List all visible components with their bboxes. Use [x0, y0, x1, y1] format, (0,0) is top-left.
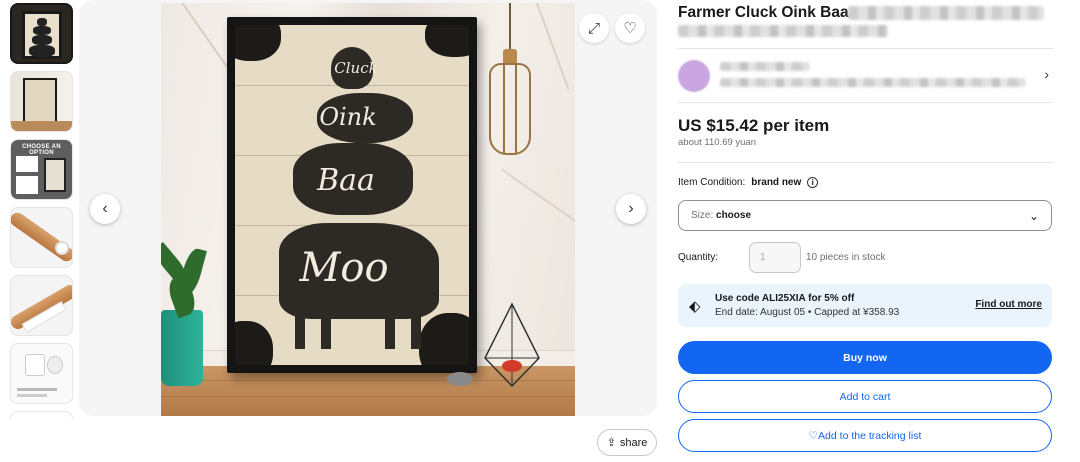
info-icon[interactable]: i [807, 177, 819, 188]
main-product-image[interactable]: Cluck Oink Baa Moo ‹ › ⤢ ♡ [79, 0, 657, 416]
size-value: choose [716, 210, 752, 221]
thumbnail-choose-option[interactable]: CHOOSE AN OPTION [10, 139, 73, 200]
thumbnail-image [23, 78, 57, 124]
expand-icon[interactable]: ⤢ [579, 13, 609, 43]
coupon-end-date: End date: August 05 • Capped at ¥358.93 [715, 307, 900, 318]
quantity-input[interactable]: 1 [749, 242, 801, 273]
seller-avatar[interactable] [678, 60, 710, 92]
thumbnail-poster-room[interactable] [10, 71, 73, 132]
chevron-right-icon[interactable]: › [1044, 66, 1049, 82]
chevron-down-icon: ⌄ [1028, 208, 1039, 223]
heart-icon[interactable]: ♡ [615, 13, 645, 43]
thumbnail-paper-roll[interactable] [10, 275, 73, 336]
redacted-seller-name [720, 62, 810, 71]
poster-frame: Cluck Oink Baa Moo [227, 17, 477, 373]
product-title: Farmer Cluck Oink Baa [678, 4, 849, 21]
thumbnail-mug-info[interactable] [10, 343, 73, 404]
price: US $15.42 per item [678, 116, 830, 135]
share-label: share [619, 436, 648, 449]
thumbnail-image [22, 11, 62, 59]
share-button[interactable]: ⇪ share [597, 429, 657, 456]
add-to-cart-button[interactable]: Add to cart [678, 380, 1052, 413]
thumbnail-poster-front[interactable] [10, 3, 73, 64]
condition-value: brand new [751, 177, 802, 188]
poster-word-baa: Baa [317, 163, 375, 198]
redacted-title-line2 [678, 25, 888, 37]
chevron-right-icon[interactable]: › [616, 194, 646, 224]
add-to-tracking-list-button[interactable]: ♡Add to the tracking list [678, 419, 1052, 452]
thumbnail-paper-tube[interactable] [10, 207, 73, 268]
stock-text: 10 pieces in stock [806, 252, 886, 263]
coupon-banner: ⬖ Use code ALI25XIA for 5% off End date:… [678, 284, 1052, 327]
share-icon: ⇪ [606, 437, 616, 449]
chevron-left-icon[interactable]: ‹ [90, 194, 120, 224]
find-out-more-link[interactable]: Find out more [975, 299, 1042, 310]
poster-art: Cluck Oink Baa Moo [235, 25, 469, 365]
price-converted: about 110.69 yuan [678, 137, 757, 148]
thumbnail-list: CHOOSE AN OPTION [10, 3, 73, 419]
quantity-label: Quantity: [678, 252, 719, 263]
coupon-tag-icon: ⬖ [689, 298, 701, 315]
size-label: Size: [691, 210, 714, 221]
size-select[interactable]: Size: choose ⌄ [678, 200, 1052, 231]
poster-word-oink: Oink [319, 103, 377, 131]
plant-pot [161, 310, 203, 386]
redacted-title [848, 6, 1044, 20]
pendant-lamp [509, 3, 511, 51]
poster-word-moo: Moo [299, 245, 389, 291]
condition-label: Item Condition: [678, 177, 746, 188]
geometric-terrarium [481, 302, 543, 388]
thumbnail-peek [10, 411, 73, 419]
thumbnail-label: CHOOSE AN OPTION [22, 144, 61, 156]
item-condition: Item Condition: brand new i [678, 177, 819, 188]
redacted-seller-info [720, 78, 1026, 87]
decor-stones [447, 372, 473, 386]
buy-now-button[interactable]: Buy now [678, 341, 1052, 374]
poster-word-cluck: Cluck [334, 59, 378, 77]
product-scene: Cluck Oink Baa Moo [161, 3, 575, 416]
coupon-code-text: Use code ALI25XIA for 5% off [715, 293, 855, 304]
